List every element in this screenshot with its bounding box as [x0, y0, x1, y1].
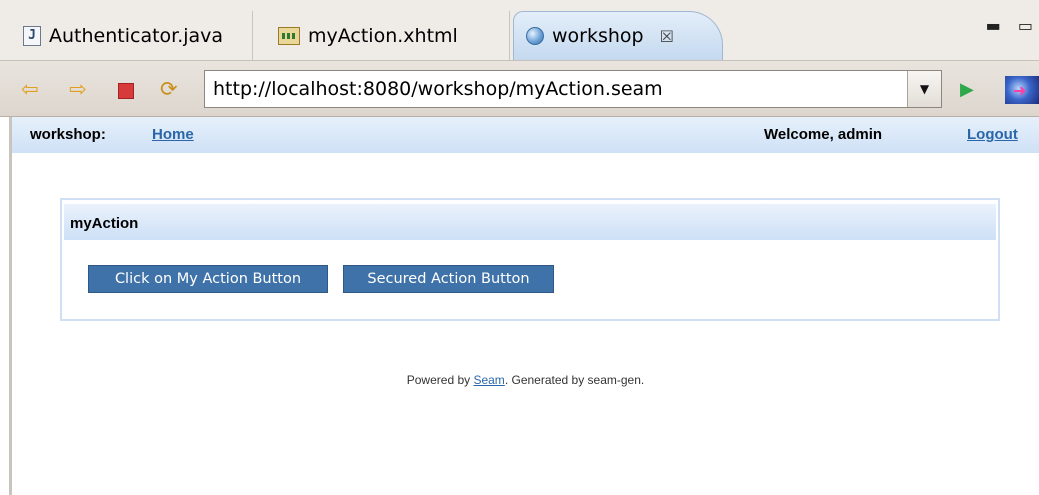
- page-footer: Powered by Seam. Generated by seam-gen.: [12, 373, 1039, 387]
- globe-icon: [526, 27, 544, 45]
- tab-label: Authenticator.java: [49, 24, 224, 47]
- home-link[interactable]: Home: [152, 126, 194, 143]
- editor-tab-bar: J Authenticator.java myAction.xhtml work…: [0, 0, 1039, 60]
- tab-authenticator-java[interactable]: J Authenticator.java: [7, 11, 253, 60]
- tab-myaction-xhtml[interactable]: myAction.xhtml: [262, 11, 510, 60]
- close-tab-icon[interactable]: ☒: [660, 27, 674, 46]
- viewport-edge: [9, 117, 12, 495]
- url-text[interactable]: http://localhost:8080/workshop/myAction.…: [205, 78, 663, 100]
- panel-title: myAction: [64, 204, 996, 240]
- java-file-icon: J: [23, 25, 41, 46]
- forward-arrow-icon[interactable]: ⇨: [69, 78, 87, 100]
- footer-prefix: Powered by: [406, 373, 474, 387]
- seam-link[interactable]: Seam: [473, 373, 504, 387]
- footer-suffix: . Generated by seam-gen.: [504, 373, 645, 387]
- welcome-text: Welcome, admin: [764, 126, 883, 143]
- window-controls[interactable]: ▬ ▭: [986, 16, 1039, 35]
- url-input[interactable]: http://localhost:8080/workshop/myAction.…: [204, 70, 942, 108]
- xhtml-file-icon: [278, 26, 300, 45]
- back-arrow-icon[interactable]: ⇦: [21, 78, 39, 100]
- page-header: workshop: Home Welcome, admin Logout: [12, 117, 1039, 153]
- browser-toolbar: ⇦ ⇨ ⟳ http://localhost:8080/workshop/myA…: [0, 60, 1039, 117]
- stop-icon[interactable]: [118, 83, 134, 99]
- my-action-button[interactable]: Click on My Action Button: [88, 265, 328, 293]
- tab-label: myAction.xhtml: [308, 24, 458, 47]
- secured-action-button[interactable]: Secured Action Button: [343, 265, 554, 293]
- site-label: workshop:: [30, 126, 106, 143]
- external-browser-icon[interactable]: ➜: [1005, 76, 1039, 104]
- myaction-panel: myAction Click on My Action Button Secur…: [60, 198, 1000, 321]
- refresh-icon[interactable]: ⟳: [160, 78, 178, 100]
- tab-label: workshop: [552, 25, 644, 47]
- logout-link[interactable]: Logout: [967, 126, 1018, 143]
- tab-workshop[interactable]: workshop ☒: [513, 11, 723, 60]
- url-dropdown-button[interactable]: ▼: [907, 71, 941, 107]
- go-icon[interactable]: ▶: [960, 79, 974, 100]
